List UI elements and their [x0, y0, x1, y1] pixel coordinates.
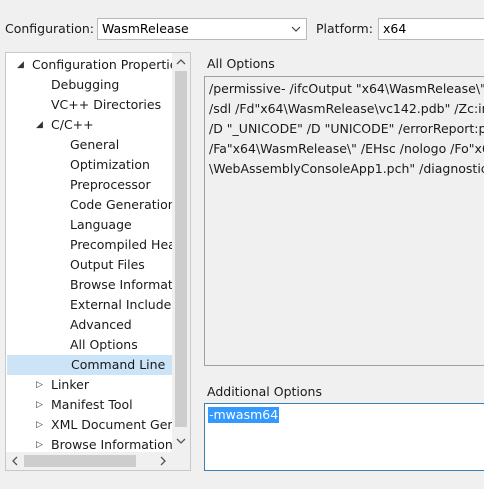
- tree-item-label: Linker: [51, 377, 89, 392]
- tree-item-label: Debugging: [51, 77, 120, 92]
- tree-item-label: Precompiled Headers: [70, 237, 172, 252]
- tree-item[interactable]: Browse Information: [6, 275, 172, 295]
- tree-item[interactable]: ▷ Linker: [6, 375, 172, 395]
- tree-item[interactable]: Output Files: [6, 255, 172, 275]
- platform-value: x64: [383, 21, 407, 36]
- tree-item-label: Output Files: [70, 257, 145, 272]
- tree-vertical-scroll-thumb[interactable]: [175, 71, 187, 427]
- all-options-line: /Fa"x64\WasmRelease\" /EHsc /nologo /Fo"…: [209, 141, 484, 156]
- tree-item-label: C/C++: [51, 117, 94, 132]
- tree-vertical-scrollbar[interactable]: [172, 53, 190, 450]
- scrollbar-corner: [172, 450, 190, 470]
- expanded-arrow-icon[interactable]: ◢: [17, 55, 27, 75]
- tree-item-label: Language: [70, 217, 132, 232]
- collapsed-arrow-icon[interactable]: ▷: [36, 395, 46, 415]
- tree-item-selected[interactable]: Command Line: [7, 355, 173, 375]
- tree-item-label: General: [70, 137, 120, 152]
- additional-options-title: Additional Options: [207, 384, 322, 399]
- additional-options-input[interactable]: -mwasm64: [204, 403, 484, 471]
- tree-item-label: All Options: [70, 337, 138, 352]
- all-options-line: /sdl /Fd"x64\WasmRelease\vc142.pdb" /Zc:…: [209, 101, 484, 116]
- tree-item[interactable]: ▷ Manifest Tool: [6, 395, 172, 415]
- scroll-right-icon[interactable]: [154, 452, 172, 470]
- tree-horizontal-scrollbar[interactable]: [6, 452, 172, 470]
- tree-item-label: Configuration Properties: [32, 57, 172, 72]
- tree-item[interactable]: VC++ Directories: [6, 95, 172, 115]
- all-options-title: All Options: [207, 56, 275, 71]
- tree-item-label: XML Document Generator: [51, 417, 172, 432]
- tree-item-label: Advanced: [70, 317, 132, 332]
- tree-item-label: Browse Information: [70, 277, 172, 292]
- tree-item-label: Preprocessor: [70, 177, 151, 192]
- tree-item[interactable]: Precompiled Headers: [6, 235, 172, 255]
- tree-item-label: VC++ Directories: [51, 97, 162, 112]
- tree-item[interactable]: Advanced: [6, 315, 172, 335]
- tree-item[interactable]: Optimization: [6, 155, 172, 175]
- tree-item-label: Optimization: [70, 157, 150, 172]
- property-tree[interactable]: ◢ Configuration Properties Debugging VC++ D…: [5, 52, 191, 471]
- tree-item[interactable]: ▷ XML Document Generator: [6, 415, 172, 435]
- scroll-left-icon[interactable]: [6, 452, 24, 470]
- configuration-label: Configuration:: [5, 21, 94, 36]
- tree-item[interactable]: Debugging: [6, 75, 172, 95]
- platform-label: Platform:: [316, 21, 373, 36]
- all-options-line: \WebAssemblyConsoleApp1.pch" /diagnostic…: [209, 161, 484, 176]
- tree-item[interactable]: General: [6, 135, 172, 155]
- tree-item-label: Command Line: [71, 357, 166, 372]
- collapsed-arrow-icon[interactable]: ▷: [36, 375, 46, 395]
- collapsed-arrow-icon[interactable]: ▷: [36, 415, 46, 435]
- tree-item[interactable]: External Includes: [6, 295, 172, 315]
- chevron-down-icon: [291, 26, 301, 32]
- scroll-down-icon[interactable]: [172, 432, 190, 450]
- tree-item[interactable]: ◢ Configuration Properties: [6, 55, 172, 75]
- tree-item-label: Manifest Tool: [51, 397, 133, 412]
- tree-horizontal-scroll-thumb[interactable]: [24, 455, 136, 467]
- all-options-textbox[interactable]: /permissive- /ifcOutput "x64\WasmRelease…: [204, 76, 484, 366]
- tree-item[interactable]: Language: [6, 215, 172, 235]
- tree-item[interactable]: Preprocessor: [6, 175, 172, 195]
- expanded-arrow-icon[interactable]: ◢: [36, 115, 46, 135]
- tree-item[interactable]: Code Generation: [6, 195, 172, 215]
- additional-options-value: -mwasm64: [208, 407, 280, 423]
- all-options-line: /permissive- /ifcOutput "x64\WasmRelease…: [209, 81, 484, 96]
- tree-item-label: External Includes: [70, 297, 172, 312]
- tree-item[interactable]: ◢ C/C++: [6, 115, 172, 135]
- configuration-dropdown[interactable]: WasmRelease: [97, 18, 307, 40]
- scroll-up-icon[interactable]: [172, 53, 190, 71]
- configuration-value: WasmRelease: [102, 21, 189, 36]
- tree-item-label: Code Generation: [70, 197, 172, 212]
- all-options-line: /D "_UNICODE" /D "UNICODE" /errorReport:…: [209, 121, 484, 136]
- platform-dropdown[interactable]: x64: [378, 18, 484, 40]
- tree-item[interactable]: All Options: [6, 335, 172, 355]
